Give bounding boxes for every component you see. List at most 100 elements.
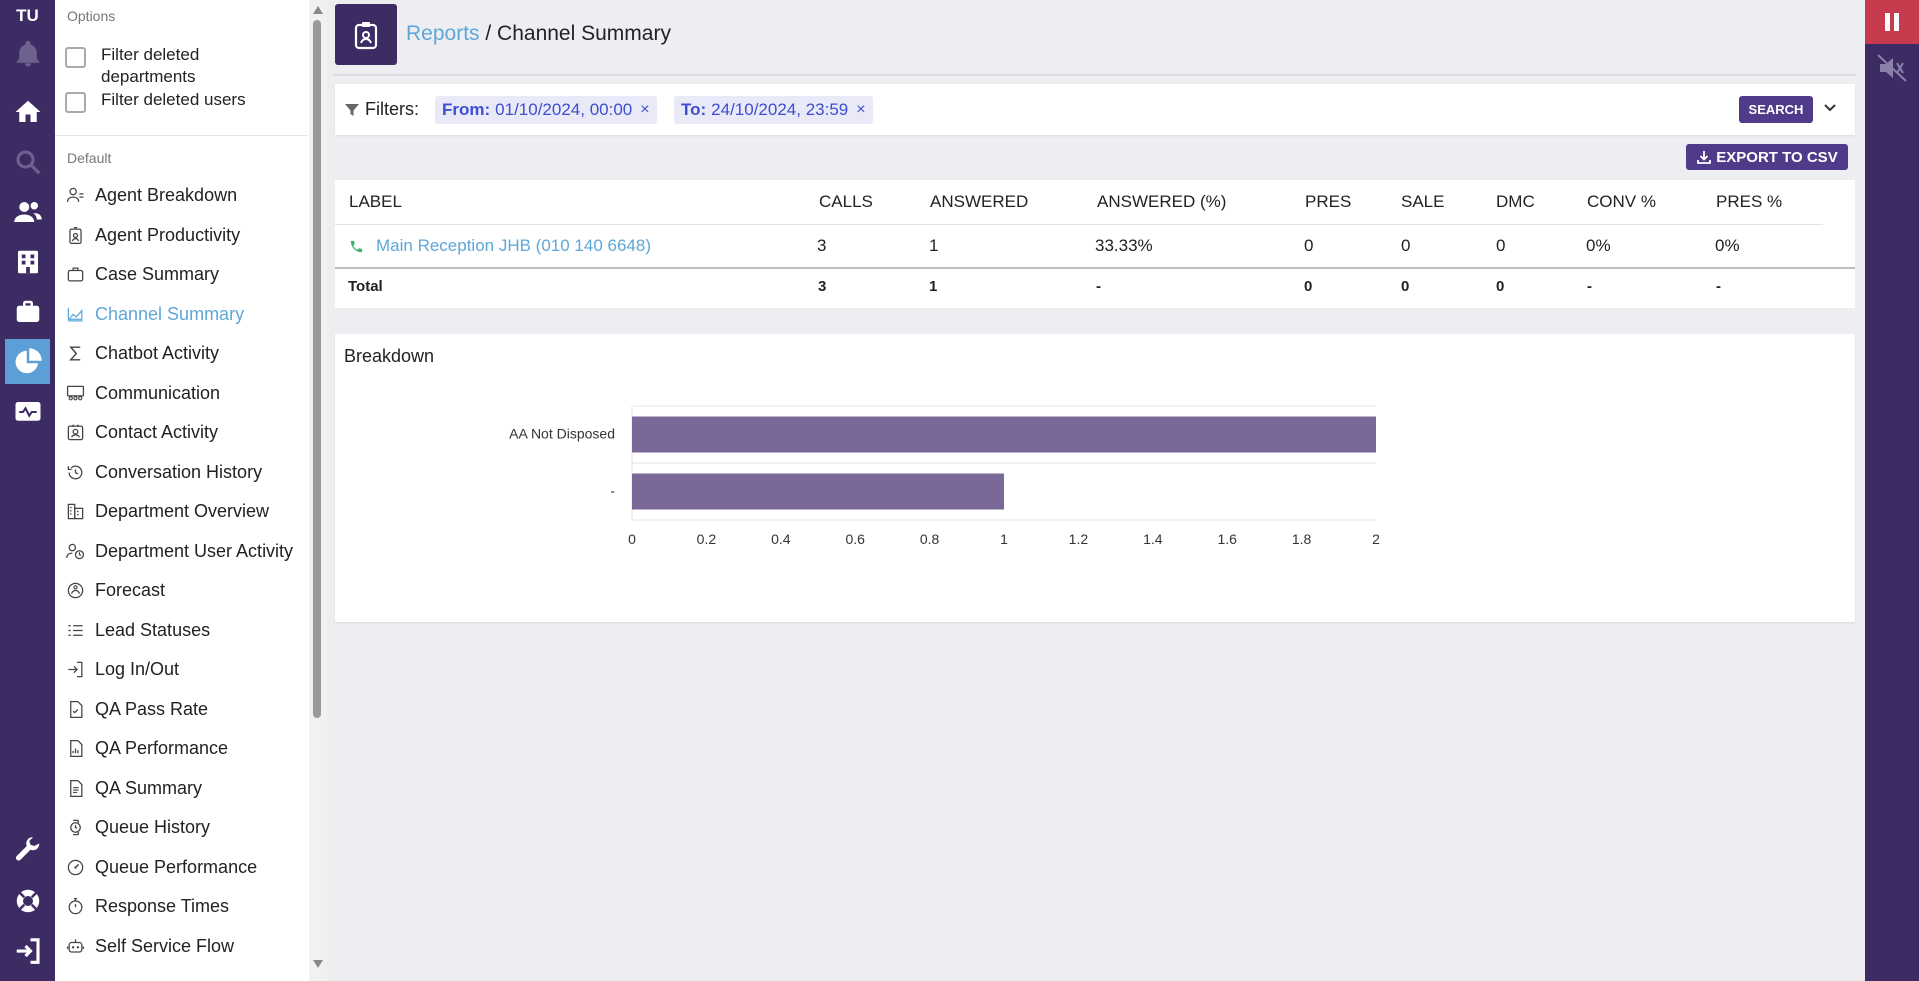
column-header[interactable]: SALE — [1401, 192, 1444, 212]
sidebar-item-log-in-out[interactable]: Log In/Out — [55, 650, 307, 690]
robot-icon — [65, 936, 85, 956]
sidebar-item-response-times[interactable]: Response Times — [55, 887, 307, 927]
phone-icon — [350, 240, 363, 252]
column-header[interactable]: CALLS — [819, 192, 873, 212]
file-check-icon — [65, 699, 85, 719]
chart-category-label: AA Not Disposed — [509, 426, 615, 442]
sidebar-item-qa-summary[interactable]: QA Summary — [55, 769, 307, 809]
sidebar-item-communication[interactable]: Communication — [55, 374, 307, 414]
sidebar-item-contact-activity[interactable]: Contact Activity — [55, 413, 307, 453]
table-cell: 0 — [1401, 236, 1411, 255]
bell-icon[interactable] — [5, 31, 50, 76]
watch-icon — [65, 818, 85, 838]
search-button[interactable]: SEARCH — [1739, 96, 1813, 123]
export-label: EXPORT TO CSV — [1716, 148, 1838, 166]
sidebar-item-self-service-flow[interactable]: Self Service Flow — [55, 927, 307, 967]
filter-deleted-departments-checkbox[interactable]: Filter deleted departments — [65, 44, 251, 88]
filter-chip-from[interactable]: From: 01/10/2024, 00:00 × — [435, 96, 657, 124]
forecast-icon — [65, 581, 85, 601]
login-icon — [65, 660, 85, 680]
remove-filter-icon[interactable]: × — [856, 101, 865, 119]
sidebar-item-agent-breakdown[interactable]: Agent Breakdown — [55, 176, 307, 216]
scroll-down-arrow[interactable] — [313, 960, 323, 968]
sidebar-item-forecast[interactable]: Forecast — [55, 571, 307, 611]
chevron-down-icon[interactable] — [1822, 100, 1838, 121]
default-heading: Default — [67, 150, 112, 166]
scroll-thumb[interactable] — [313, 20, 321, 718]
sidebar-item-label: QA Performance — [95, 738, 229, 759]
chart-tick-label: 1.8 — [1292, 531, 1312, 547]
sidebar-item-qa-performance[interactable]: QA Performance — [55, 729, 307, 769]
total-cell: - — [1587, 278, 1592, 295]
history-icon — [65, 462, 85, 482]
report-nav: Agent Breakdown Agent Productivity Case Su… — [55, 176, 307, 966]
pause-icon — [1885, 13, 1899, 31]
sidebar-item-label: Chatbot Activity — [95, 343, 220, 364]
wrench-icon[interactable] — [5, 828, 50, 873]
briefcase-icon[interactable] — [5, 289, 50, 334]
total-cell: 0 — [1496, 278, 1505, 295]
total-label: Total — [348, 278, 383, 295]
table-row-label-link[interactable]: Main Reception JHB (010 140 6648) — [349, 236, 651, 256]
chip-value: 24/10/2024, 23:59 — [711, 100, 849, 119]
sidebar-item-queue-history[interactable]: Queue History — [55, 808, 307, 848]
sidebar-item-label: QA Summary — [95, 777, 203, 798]
logout-icon[interactable] — [5, 928, 50, 973]
scroll-up-arrow[interactable] — [313, 6, 323, 14]
checkbox-box[interactable] — [65, 92, 86, 113]
mute-button[interactable] — [1865, 46, 1919, 90]
sidebar-item-channel-summary[interactable]: Channel Summary — [55, 295, 307, 335]
options-heading: Options — [67, 8, 116, 24]
support-icon[interactable] — [5, 878, 50, 923]
sidebar-item-queue-performance[interactable]: Queue Performance — [55, 848, 307, 888]
sidebar-item-label: Agent Productivity — [95, 224, 241, 245]
sidebar-item-qa-pass-rate[interactable]: QA Pass Rate — [55, 690, 307, 730]
checkbox-label: Filter deleted users — [101, 90, 246, 109]
sidebar-item-label: Department User Activity — [95, 540, 294, 561]
filter-deleted-users-checkbox[interactable]: Filter deleted users — [65, 89, 281, 113]
sidebar-scrollbar[interactable] — [309, 0, 327, 981]
sidebar-item-label: Queue History — [95, 817, 211, 838]
group-icon — [65, 383, 85, 403]
monitor-icon[interactable] — [5, 389, 50, 434]
sidebar-item-label: Response Times — [95, 896, 230, 917]
report-sidebar: Options Filter deleted departments Filte… — [55, 0, 327, 981]
column-header[interactable]: ANSWERED — [930, 192, 1028, 212]
stopwatch-icon — [65, 897, 85, 917]
remove-filter-icon[interactable]: × — [640, 101, 649, 119]
pause-button[interactable] — [1865, 0, 1919, 44]
pie-chart-icon[interactable] — [5, 339, 50, 384]
total-cell: 1 — [929, 278, 938, 295]
users-icon[interactable] — [5, 189, 50, 234]
checkbox-box[interactable] — [65, 47, 86, 68]
column-header[interactable]: PRES % — [1716, 192, 1782, 212]
export-csv-button[interactable]: EXPORT TO CSV — [1686, 144, 1848, 170]
breakdown-bar-chart: AA Not Disposed - 0 0.2 0.4 0.6 0.8 1 1.2 1.4 1.6 1… — [509, 405, 1380, 547]
column-header[interactable]: PRES — [1305, 192, 1351, 212]
file-chart-icon — [65, 739, 85, 759]
filter-chip-to[interactable]: To: 24/10/2024, 23:59 × — [674, 96, 873, 124]
column-header[interactable]: DMC — [1496, 192, 1535, 212]
user-clock-icon — [65, 541, 85, 561]
sidebar-item-chatbot-activity[interactable]: Chatbot Activity — [55, 334, 307, 374]
briefcase-icon — [65, 265, 85, 285]
chart-tick-label: 0.8 — [920, 531, 940, 547]
sidebar-item-label: Conversation History — [95, 461, 263, 482]
sidebar-item-department-user-activity[interactable]: Department User Activity — [55, 532, 307, 572]
column-header[interactable]: ANSWERED (%) — [1097, 192, 1226, 212]
search-icon[interactable] — [5, 139, 50, 184]
home-icon[interactable] — [5, 89, 50, 134]
column-header[interactable]: LABEL — [349, 192, 402, 212]
summary-table: LABEL CALLS ANSWERED ANSWERED (%) PRES S… — [335, 180, 1855, 308]
sidebar-item-lead-statuses[interactable]: Lead Statuses — [55, 611, 307, 651]
breadcrumb-reports-link[interactable]: Reports — [406, 22, 480, 45]
user-avatar[interactable]: TU — [0, 6, 55, 26]
row-label[interactable]: Main Reception JHB (010 140 6648) — [376, 236, 651, 256]
sidebar-item-conversation-history[interactable]: Conversation History — [55, 453, 307, 493]
building-icon[interactable] — [5, 239, 50, 284]
sidebar-item-agent-productivity[interactable]: Agent Productivity — [55, 216, 307, 256]
total-cell: - — [1716, 278, 1721, 295]
sidebar-item-department-overview[interactable]: Department Overview — [55, 492, 307, 532]
column-header[interactable]: CONV % — [1587, 192, 1656, 212]
sidebar-item-case-summary[interactable]: Case Summary — [55, 255, 307, 295]
